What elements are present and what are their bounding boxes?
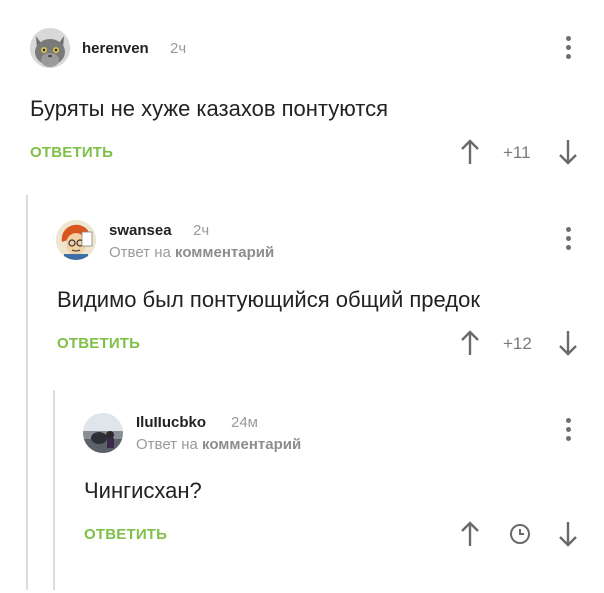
upvote-arrow-icon[interactable] bbox=[460, 138, 480, 166]
upvote-arrow-icon[interactable] bbox=[460, 520, 480, 548]
downvote-arrow-icon[interactable] bbox=[558, 329, 578, 357]
clock-icon bbox=[510, 524, 530, 544]
reply-button[interactable]: ОТВЕТИТЬ bbox=[57, 335, 140, 352]
rating: +12 bbox=[503, 334, 532, 353]
timestamp: 2ч bbox=[193, 222, 210, 239]
avatar[interactable] bbox=[56, 220, 96, 260]
timestamp: 24м bbox=[231, 414, 258, 431]
upvote-arrow-icon[interactable] bbox=[460, 329, 480, 357]
thread-line-level-1 bbox=[26, 195, 28, 590]
avatar[interactable] bbox=[30, 28, 70, 68]
reply-to-prefix: Ответ на bbox=[136, 436, 198, 453]
comment-text: Чингисхан? bbox=[84, 478, 202, 503]
reply-to-link[interactable]: Ответ на комментарий bbox=[109, 244, 274, 261]
username[interactable]: herenven bbox=[82, 40, 149, 57]
rating: +11 bbox=[503, 143, 531, 162]
avatar[interactable] bbox=[83, 413, 123, 453]
more-options-icon[interactable] bbox=[565, 36, 571, 62]
downvote-arrow-icon[interactable] bbox=[558, 138, 578, 166]
thread-line-level-2 bbox=[53, 390, 55, 590]
reply-button[interactable]: ОТВЕТИТЬ bbox=[84, 526, 167, 543]
cartoon-avatar-image bbox=[56, 220, 96, 260]
reply-to-target[interactable]: комментарий bbox=[175, 244, 274, 261]
username[interactable]: swansea bbox=[109, 222, 172, 239]
comment-text: Буряты не хуже казахов понтуются bbox=[30, 96, 389, 121]
cat-avatar-image bbox=[30, 28, 70, 68]
photo-avatar-image bbox=[83, 413, 123, 453]
reply-to-prefix: Ответ на bbox=[109, 244, 171, 261]
timestamp: 2ч bbox=[170, 40, 187, 57]
reply-to-target[interactable]: комментарий bbox=[202, 436, 301, 453]
reply-to-link[interactable]: Ответ на комментарий bbox=[136, 436, 301, 453]
more-options-icon[interactable] bbox=[565, 418, 571, 444]
more-options-icon[interactable] bbox=[565, 227, 571, 253]
comment-text: Видимо был понтующийся общий предок bbox=[57, 287, 480, 312]
downvote-arrow-icon[interactable] bbox=[558, 520, 578, 548]
username[interactable]: IluIIucbko bbox=[136, 414, 206, 431]
reply-button[interactable]: ОТВЕТИТЬ bbox=[30, 144, 113, 161]
